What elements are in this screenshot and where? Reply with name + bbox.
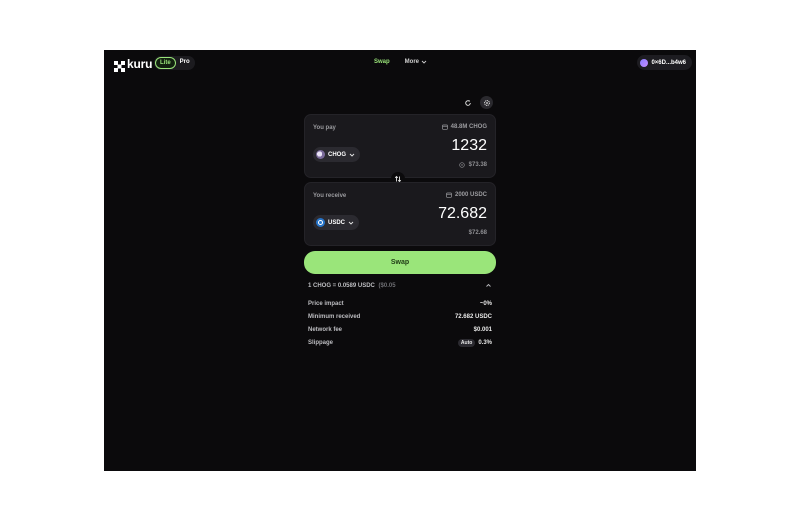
- detail-key: Slippage: [308, 339, 334, 346]
- detail-row-minimum-received: Minimum received 72.682 USDC: [308, 310, 492, 323]
- detail-value: 72.682 USDC: [454, 313, 492, 320]
- detail-row-network-fee: Network fee $0.001: [308, 323, 492, 336]
- pay-card: You pay 48.8M CHOG CHOG 1232 $73.38: [304, 114, 496, 178]
- wallet-address: 0×6D...b4w6: [651, 59, 686, 66]
- nav-more-menu[interactable]: More: [405, 59, 427, 65]
- detail-row-price-impact: Price impact ~0%: [308, 297, 492, 310]
- settings-button[interactable]: [480, 96, 493, 109]
- receive-amount: 72.682: [438, 205, 487, 222]
- pay-usd-value: $73.38: [458, 162, 487, 168]
- detail-key: Minimum received: [308, 313, 361, 320]
- pay-token-selector[interactable]: CHOG: [313, 147, 360, 162]
- usdc-token-icon: [316, 218, 325, 227]
- refresh-button[interactable]: [461, 96, 474, 109]
- slippage-control[interactable]: Auto 0.3%: [457, 338, 492, 347]
- receive-label: You receive: [313, 193, 347, 199]
- swap-button[interactable]: Swap: [304, 251, 496, 274]
- receive-token-symbol: USDC: [328, 219, 346, 226]
- rate-info: 1 CHOG = 0.0589 USDC ($0.05: [308, 283, 396, 289]
- detail-key: Price impact: [308, 300, 344, 307]
- wallet-icon: [446, 192, 452, 198]
- exchange-rate: 1 CHOG = 0.0589 USDC: [308, 282, 375, 289]
- kuru-logo[interactable]: kuru: [114, 57, 153, 72]
- nav-more-label: More: [404, 59, 420, 65]
- pay-balance: 48.8M CHOG: [441, 124, 487, 130]
- exchange-rate-usd: ($0.05: [378, 282, 396, 289]
- detail-value: ~0%: [479, 300, 492, 307]
- kuru-logo-icon: [114, 59, 125, 72]
- pay-balance-text: 48.8M CHOG: [450, 124, 487, 130]
- nav-swap-link[interactable]: Swap: [374, 59, 390, 65]
- swap-details: Price impact ~0% Minimum received 72.682…: [308, 297, 492, 349]
- receive-token-selector[interactable]: USDC: [313, 215, 360, 230]
- mode-pro-button[interactable]: Pro: [176, 57, 194, 69]
- receive-balance: 2000 USDC: [446, 192, 487, 198]
- app-window: kuru Lite Pro Swap More 0×6D...b4w6 You …: [104, 50, 696, 471]
- top-nav: Swap More: [374, 59, 427, 65]
- mode-toggle: Lite Pro: [154, 56, 195, 70]
- chevron-down-icon: [421, 60, 427, 64]
- wallet-button[interactable]: 0×6D...b4w6: [637, 55, 692, 70]
- slippage-value: 0.3%: [478, 339, 492, 346]
- receive-usd-value: $72.68: [468, 230, 487, 236]
- detail-key: Network fee: [308, 326, 343, 333]
- receive-balance-text: 2000 USDC: [454, 192, 487, 198]
- pay-token-symbol: CHOG: [328, 151, 346, 158]
- detail-row-slippage: Slippage Auto 0.3%: [308, 336, 492, 349]
- gear-icon: [483, 99, 490, 106]
- pay-usd-text: $73.38: [468, 162, 487, 168]
- wallet-avatar-icon: [640, 58, 649, 67]
- wallet-icon: [441, 124, 448, 130]
- chevron-down-icon: [349, 153, 355, 157]
- logo-text: kuru: [127, 57, 153, 71]
- mode-lite-button[interactable]: Lite: [155, 57, 176, 69]
- detail-value: $0.001: [473, 326, 492, 333]
- slippage-auto-badge[interactable]: Auto: [457, 338, 476, 347]
- chevron-down-icon: [348, 221, 354, 225]
- info-circle-icon: [458, 162, 465, 168]
- chog-token-icon: [316, 150, 325, 159]
- rate-row[interactable]: 1 CHOG = 0.0589 USDC ($0.05: [308, 282, 492, 289]
- pay-label: You pay: [313, 125, 336, 131]
- chevron-up-icon[interactable]: [485, 282, 492, 289]
- pay-amount-input[interactable]: 1232: [451, 137, 487, 155]
- receive-card: You receive 2000 USDC USDC 72.682 $72.68: [304, 182, 496, 246]
- refresh-icon: [464, 99, 471, 106]
